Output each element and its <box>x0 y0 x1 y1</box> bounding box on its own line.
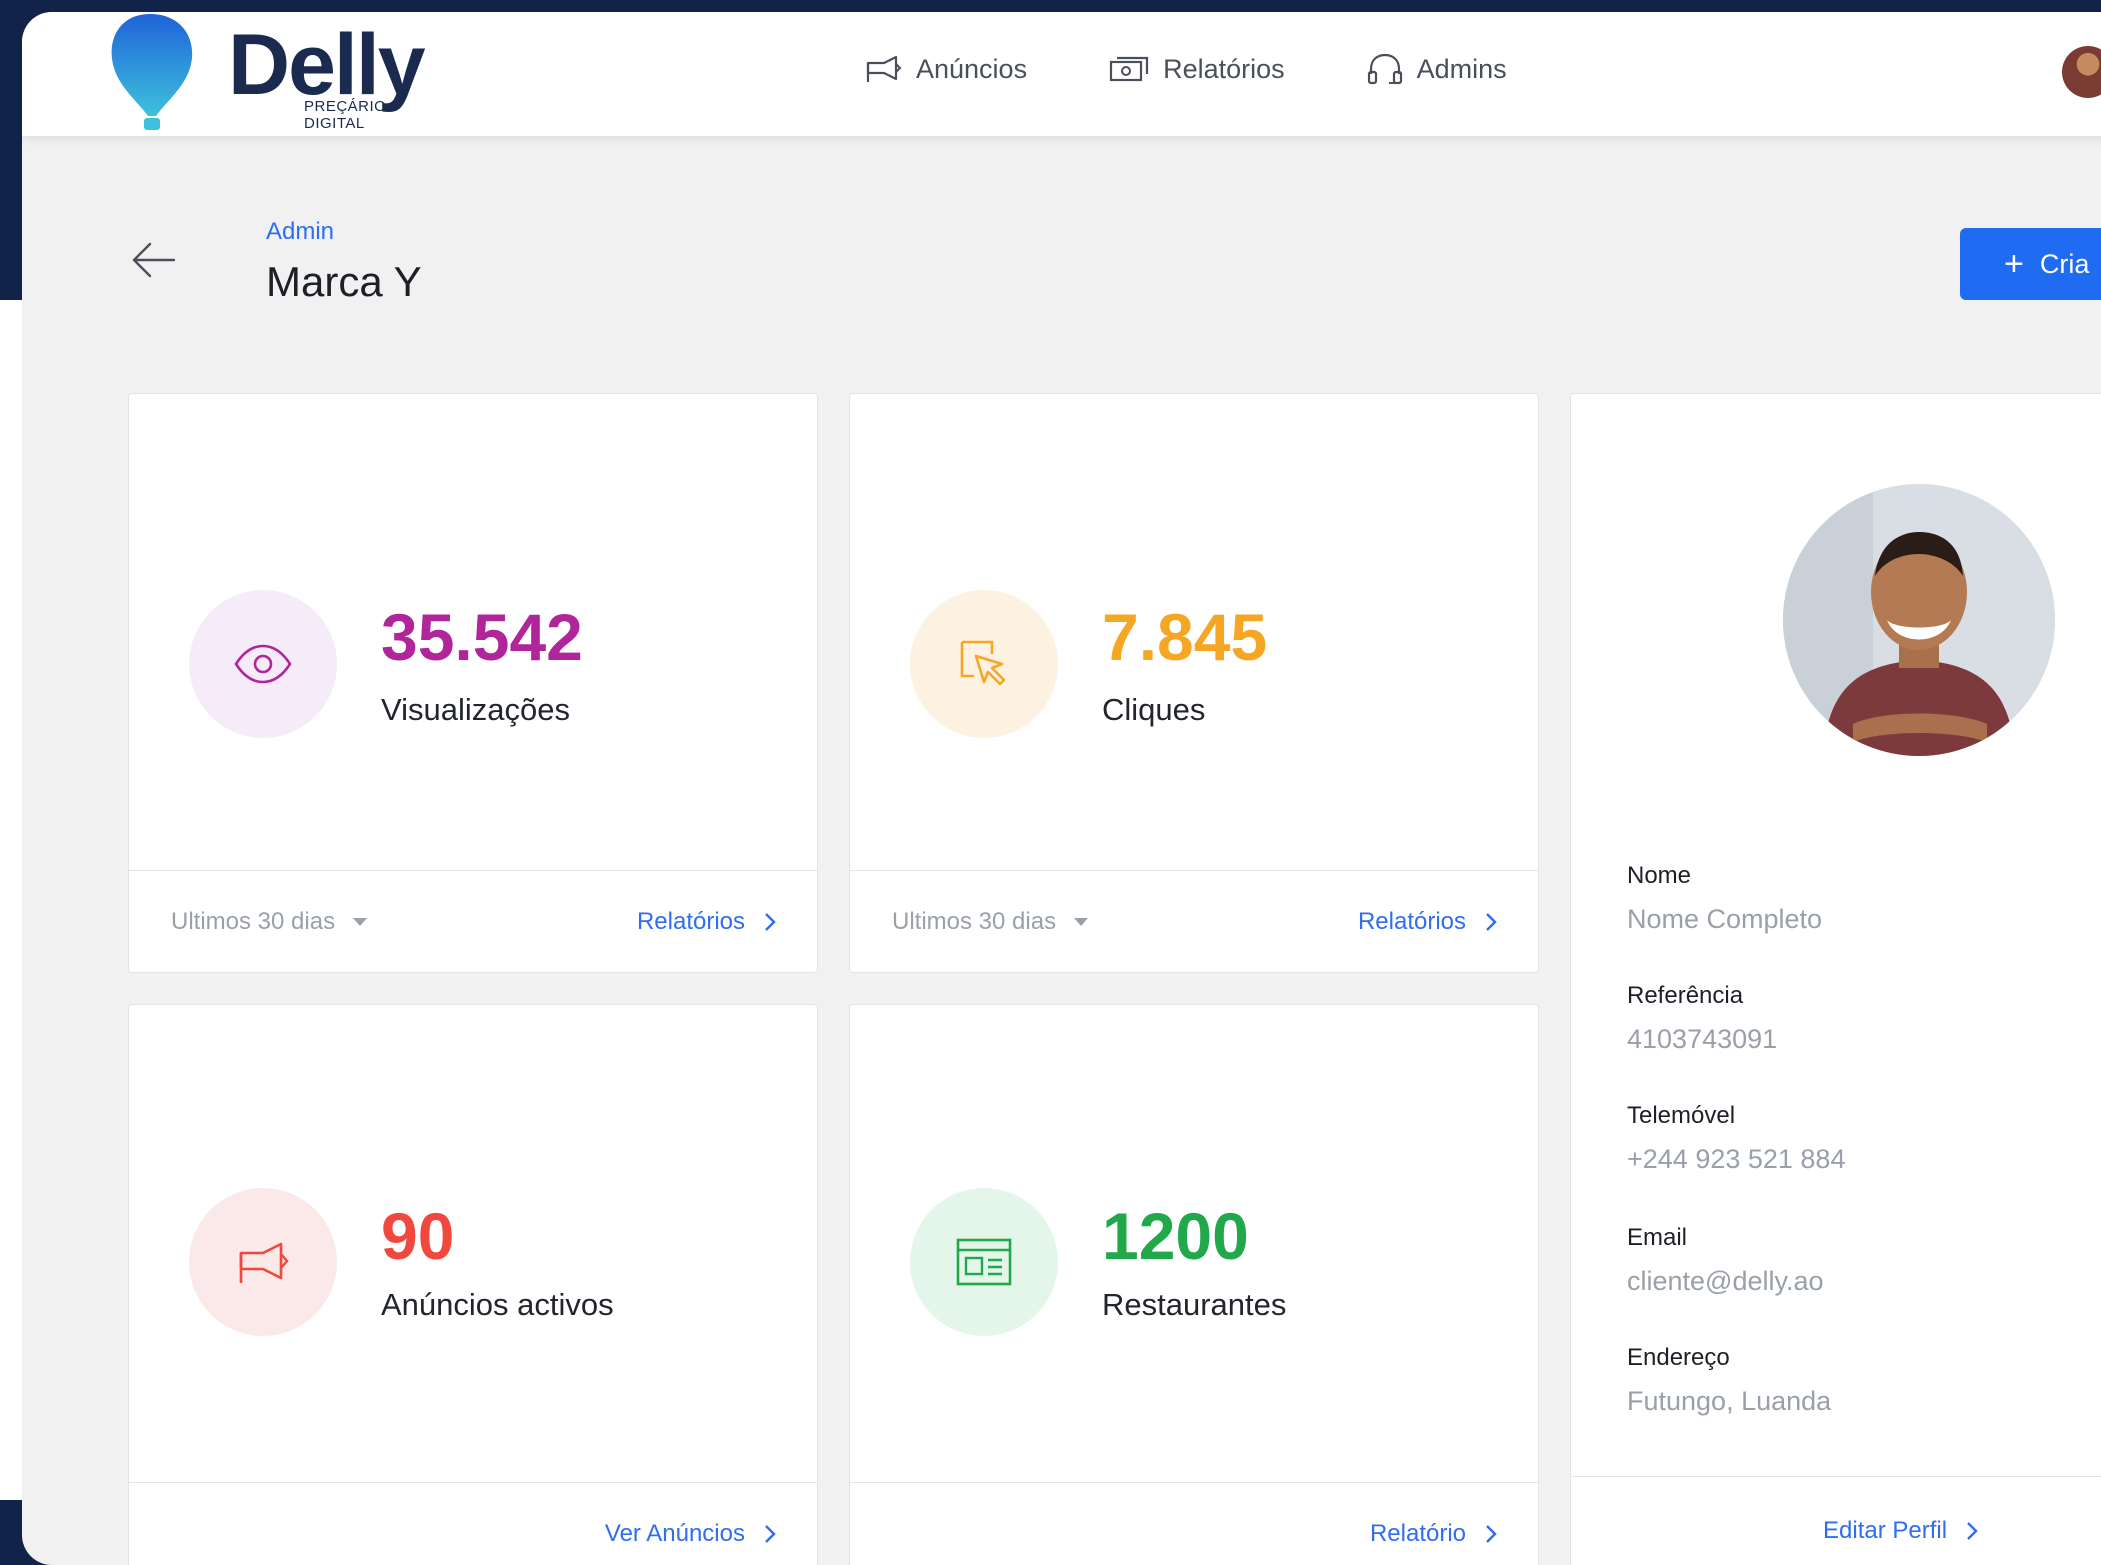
chevron-right-icon <box>765 912 776 931</box>
main-nav: Anúncios Relatórios Admins <box>862 52 1507 86</box>
stat-card-visualizacoes: 35.542 Visualizações Ultimos 30 dias Rel… <box>128 393 818 973</box>
stat-card-restaurantes: 1200 Restaurantes Relatório <box>849 1004 1539 1565</box>
stat-card-footer: Relatório <box>850 1482 1538 1565</box>
report-link[interactable]: Relatório <box>1370 1520 1498 1548</box>
top-navbar: Delly PREÇÁRIO DIGITAL Anúncios Relatóri… <box>22 12 2101 136</box>
user-avatar[interactable] <box>2062 46 2101 98</box>
nav-item-label: Admins <box>1416 53 1507 84</box>
profile-field-label-name: Nome <box>1627 862 1692 889</box>
stat-icon-badge <box>189 590 337 738</box>
plus-icon: + <box>2004 245 2024 283</box>
reports-link[interactable]: Relatórios <box>1358 908 1498 936</box>
edit-profile-link[interactable]: Editar Perfil <box>1823 1517 1979 1545</box>
nav-item-label: Anúncios <box>916 53 1028 84</box>
stat-label: Restaurantes <box>1102 1287 1287 1322</box>
profile-field-value-reference: 4103743091 <box>1627 1024 1778 1054</box>
stat-icon-badge <box>910 1188 1058 1336</box>
cash-icon <box>1109 56 1149 82</box>
balloon-logo-icon <box>111 14 193 130</box>
profile-card: Nome Nome Completo Referência 4103743091… <box>1570 393 2101 1565</box>
nav-item-relatorios[interactable]: Relatórios <box>1109 52 1285 86</box>
profile-card-footer: Editar Perfil <box>1571 1476 2101 1565</box>
stat-card-footer: Ultimos 30 dias Relatórios <box>850 870 1538 972</box>
edit-profile-label: Editar Perfil <box>1823 1517 1948 1544</box>
stat-value: 35.542 <box>381 600 583 674</box>
brand-tagline: PREÇÁRIO DIGITAL <box>304 98 387 132</box>
stat-card-cliques: 7.845 Cliques Ultimos 30 dias Relatórios <box>849 393 1539 973</box>
period-dropdown[interactable]: Ultimos 30 dias <box>171 907 368 936</box>
caret-down-icon <box>353 917 368 926</box>
profile-field-label-phone: Telemóvel <box>1627 1102 1736 1129</box>
report-link-label: Relatório <box>1369 1519 1466 1547</box>
nav-item-label: Relatórios <box>1163 53 1285 84</box>
nav-item-anuncios[interactable]: Anúncios <box>862 52 1027 86</box>
stat-value: 90 <box>381 1199 455 1273</box>
profile-field-label-reference: Referência <box>1627 982 1744 1009</box>
profile-field-value-address: Futungo, Luanda <box>1627 1386 1832 1416</box>
stat-value: 7.845 <box>1102 600 1268 674</box>
brand-name: Delly <box>228 17 426 113</box>
profile-field-value-email: cliente@delly.ao <box>1627 1266 1824 1296</box>
page-title: Marca Y <box>266 258 422 305</box>
period-label: Ultimos 30 dias <box>892 907 1057 935</box>
chevron-right-icon <box>1967 1522 1978 1540</box>
stat-card-anuncios-activos: 90 Anúncios activos Ver Anúncios <box>128 1004 818 1565</box>
profile-field-label-address: Endereço <box>1627 1344 1730 1371</box>
reports-link-label: Relatórios <box>636 907 745 935</box>
stat-label: Cliques <box>1102 692 1206 727</box>
stat-label: Anúncios activos <box>381 1287 614 1322</box>
stat-label: Visualizações <box>381 692 570 727</box>
caret-down-icon <box>1074 917 1089 926</box>
create-button-label: Cria <box>2039 248 2090 279</box>
stat-card-footer: Ultimos 30 dias Relatórios <box>129 870 817 972</box>
profile-field-value-name: Nome Completo <box>1627 904 1823 934</box>
period-dropdown[interactable]: Ultimos 30 dias <box>892 907 1089 936</box>
cursor-click-icon <box>960 640 1006 686</box>
profile-photo <box>1783 484 2055 756</box>
megaphone-icon <box>866 55 902 82</box>
stat-icon-badge <box>189 1188 337 1336</box>
reports-link[interactable]: Relatórios <box>637 908 777 936</box>
app-window: Delly PREÇÁRIO DIGITAL Anúncios Relatóri… <box>22 12 2101 1565</box>
headset-icon <box>1367 53 1402 85</box>
back-button[interactable] <box>130 240 176 285</box>
stat-icon-badge <box>910 590 1058 738</box>
stat-value: 1200 <box>1102 1199 1249 1273</box>
chevron-right-icon <box>1486 912 1497 931</box>
brand-logo[interactable]: Delly PREÇÁRIO DIGITAL <box>108 12 448 136</box>
ads-link-label: Ver Anúncios <box>604 1519 745 1547</box>
eye-icon <box>234 644 292 684</box>
nav-item-admins[interactable]: Admins <box>1367 52 1507 86</box>
person-photo-icon <box>1783 484 2055 756</box>
breadcrumb[interactable]: Admin <box>266 218 334 246</box>
reports-link-label: Relatórios <box>1357 907 1466 935</box>
megaphone-icon <box>239 1242 289 1283</box>
browser-window-icon <box>956 1238 1012 1286</box>
create-button[interactable]: + Cria <box>1960 228 2101 300</box>
ads-link[interactable]: Ver Anúncios <box>605 1520 777 1548</box>
profile-field-value-phone: +244 923 521 884 <box>1627 1144 1846 1174</box>
chevron-right-icon <box>1486 1524 1497 1543</box>
stat-card-footer: Ver Anúncios <box>129 1482 817 1565</box>
profile-field-label-email: Email <box>1627 1224 1688 1251</box>
chevron-right-icon <box>765 1524 776 1543</box>
period-label: Ultimos 30 dias <box>171 907 336 935</box>
arrow-left-icon <box>132 242 176 278</box>
